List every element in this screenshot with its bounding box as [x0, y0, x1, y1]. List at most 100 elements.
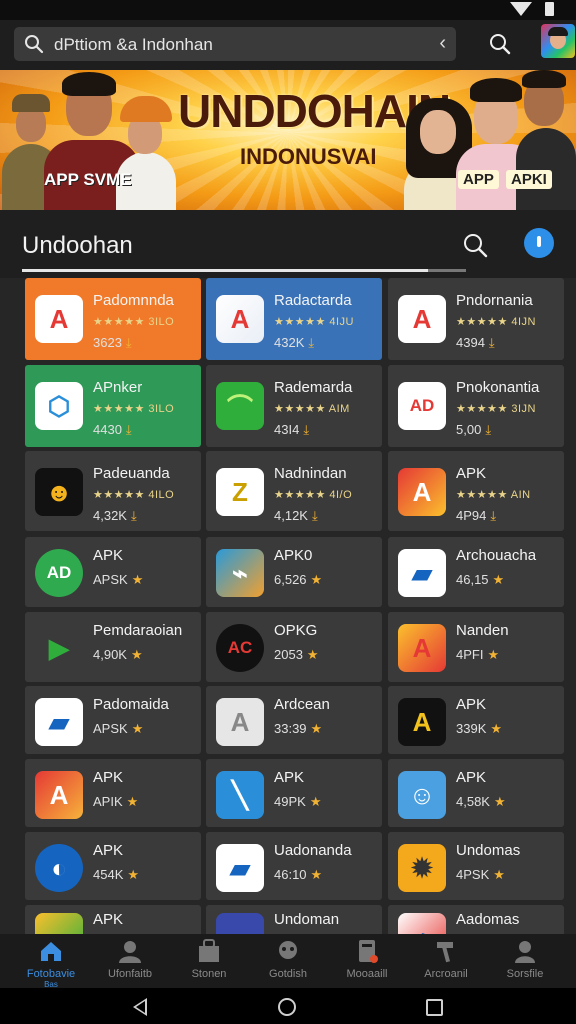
app-card[interactable]: ◐ APK 454K ★ — [25, 832, 201, 900]
section-underline — [22, 269, 466, 272]
promo-banner[interactable]: APP SVME UNDDOHAIN INDONUSVAI APP APKI — [0, 70, 576, 210]
app-name: APK — [456, 769, 487, 786]
recents-icon[interactable] — [426, 999, 443, 1016]
search-query-text: dPttiom &a Indonhan — [54, 35, 213, 54]
app-icon: AC — [216, 624, 264, 672]
download-icon: ⤓ — [308, 335, 315, 350]
nav-item-stonen[interactable]: Stonen — [168, 934, 250, 988]
app-icon: ⌒ — [216, 382, 264, 430]
app-card[interactable]: AC OPKG 2053 ★ — [206, 612, 382, 682]
search-icon[interactable] — [488, 32, 512, 56]
app-name: APK — [93, 842, 124, 859]
app-card[interactable]: A Ardcean 33:39 ★ — [206, 686, 382, 754]
app-name: Padomaida — [93, 696, 169, 713]
nav-item-fotobavie[interactable]: Fotobavie Bas — [10, 934, 92, 989]
app-name: Rademarda — [274, 379, 353, 396]
info-icon[interactable] — [524, 228, 554, 258]
star-icon: ★ — [487, 647, 500, 662]
wifi-icon — [510, 2, 532, 16]
app-size-text: 46:10 — [274, 867, 307, 882]
game-icon — [275, 938, 301, 964]
app-card[interactable]: ✹ Undomas 4PSK ★ — [388, 832, 564, 900]
app-icon: ◐ — [35, 844, 83, 892]
app-card[interactable]: ▰ Padomaida APSK ★ — [25, 686, 201, 754]
star-icon: ★ — [127, 867, 140, 882]
download-icon: ⤓ — [125, 422, 132, 437]
app-size: 33:39 ★ — [274, 721, 322, 737]
app-card[interactable]: A APK ★★★★★ AIN 4P94 ⤓ — [388, 451, 564, 531]
app-card[interactable]: ⌁ APK0 6,526 ★ — [206, 537, 382, 607]
app-icon: AD — [35, 549, 83, 597]
app-card[interactable]: Z Nadnindan ★★★★★ 4I/O 4,12K ⤓ — [206, 451, 382, 531]
avatar[interactable] — [541, 24, 575, 58]
app-card[interactable]: A APK 339K ★ — [388, 686, 564, 754]
app-card[interactable]: ▭ APK — [25, 905, 201, 934]
app-size: 4,90K ★ — [93, 647, 143, 663]
search-input[interactable]: dPttiom &a Indonhan ‹ — [14, 27, 456, 61]
app-size-text: 4P94 — [456, 508, 487, 523]
app-card[interactable]: ▶ Pemdaraoian 4,90K ★ — [25, 612, 201, 682]
app-card[interactable]: A APK APIK ★ — [25, 759, 201, 827]
star-icon: ★ — [126, 794, 139, 809]
app-card[interactable]: ╲ APK 49PK ★ — [206, 759, 382, 827]
nav-item-arcroanil[interactable]: Arcroanil — [405, 934, 487, 988]
home-button-icon[interactable] — [278, 998, 296, 1016]
download-icon: ⤓ — [485, 422, 492, 437]
app-size-text: 454K — [93, 867, 124, 882]
star-icon: ★ — [131, 572, 144, 587]
app-card[interactable]: ⌒ Rademarda ★★★★★ AIM 43I4 ⤓ — [206, 365, 382, 447]
app-card[interactable]: A Radactarda ★★★★★ 4IJU 432K ⤓ — [206, 278, 382, 360]
app-card[interactable]: ☺ APK 4,58K ★ — [388, 759, 564, 827]
star-icon: ★ — [490, 721, 503, 736]
app-icon: ✹ — [398, 844, 446, 892]
app-name: Radactarda — [274, 292, 352, 309]
app-size: 46,15 ★ — [456, 572, 504, 588]
app-icon: A — [216, 295, 264, 343]
app-size-text: 4430 — [93, 422, 122, 437]
star-icon: ★ — [310, 721, 323, 736]
app-card[interactable]: ▰ Archouacha 46,15 ★ — [388, 537, 564, 607]
app-name: APK — [456, 696, 487, 713]
app-card[interactable]: A Pndornania ★★★★★ 4IJN 4394 ⤓ — [388, 278, 564, 360]
app-size: 5,00 ⤓ — [456, 422, 491, 438]
chevron-left-icon[interactable]: ‹ — [439, 32, 446, 55]
app-card[interactable]: ▰ Uadonanda 46:10 ★ — [206, 832, 382, 900]
app-name: Pndornania — [456, 292, 533, 309]
app-size: 4394 ⤓ — [456, 335, 495, 351]
back-icon[interactable] — [133, 998, 147, 1016]
app-icon: ▶ — [49, 632, 69, 663]
status-bar — [0, 0, 576, 20]
nav-item-mooaaill[interactable]: Mooaaill — [326, 934, 408, 988]
app-icon: ╲ — [216, 771, 264, 819]
app-icon: A — [35, 771, 83, 819]
app-size: 4430 ⤓ — [93, 422, 132, 438]
nav-item-ufonfaitb[interactable]: Ufonfaitb — [89, 934, 171, 988]
search-icon[interactable] — [462, 232, 488, 258]
app-size: 4,32K ⤓ — [93, 508, 137, 524]
app-name: Archouacha — [456, 547, 537, 564]
app-name: Aadomas — [456, 911, 520, 928]
banner-subtitle: INDONUSVAI — [240, 144, 377, 169]
app-card[interactable]: ▰ Undoman — [206, 905, 382, 934]
app-size: 4PSK ★ — [456, 867, 505, 883]
app-card[interactable]: AD APK APSK ★ — [25, 537, 201, 607]
app-size-text: 4,90K — [93, 647, 127, 662]
app-icon: ☻ — [35, 468, 83, 516]
app-card[interactable]: ◑ Aadomas — [388, 905, 564, 934]
app-card[interactable]: AD Pnokonantia ★★★★★ 3IJN 5,00 ⤓ — [388, 365, 564, 447]
app-size: 432K ⤓ — [274, 335, 314, 351]
app-rating: ★★★★★ 3ILO — [93, 403, 175, 415]
app-size-text: 4PFI — [456, 647, 484, 662]
app-icon: ▰ — [35, 698, 83, 746]
download-icon: ⤓ — [125, 335, 132, 350]
person-icon — [117, 938, 143, 964]
app-card[interactable]: A Padomnnda ★★★★★ 3ILO 3623 ⤓ — [25, 278, 201, 360]
app-card[interactable]: ☻ Padeuanda ★★★★★ 4ILO 4,32K ⤓ — [25, 451, 201, 531]
nav-item-gotdish[interactable]: Gotdish — [247, 934, 329, 988]
app-card[interactable]: ⬡ APnker ★★★★★ 3ILO 4430 ⤓ — [25, 365, 201, 447]
app-card[interactable]: A Nanden 4PFI ★ — [388, 612, 564, 682]
app-icon: A — [216, 698, 264, 746]
nav-item-sorsfile[interactable]: Sorsfile — [484, 934, 566, 988]
app-size-text: 339K — [456, 721, 487, 736]
download-icon: ⤓ — [130, 508, 137, 523]
